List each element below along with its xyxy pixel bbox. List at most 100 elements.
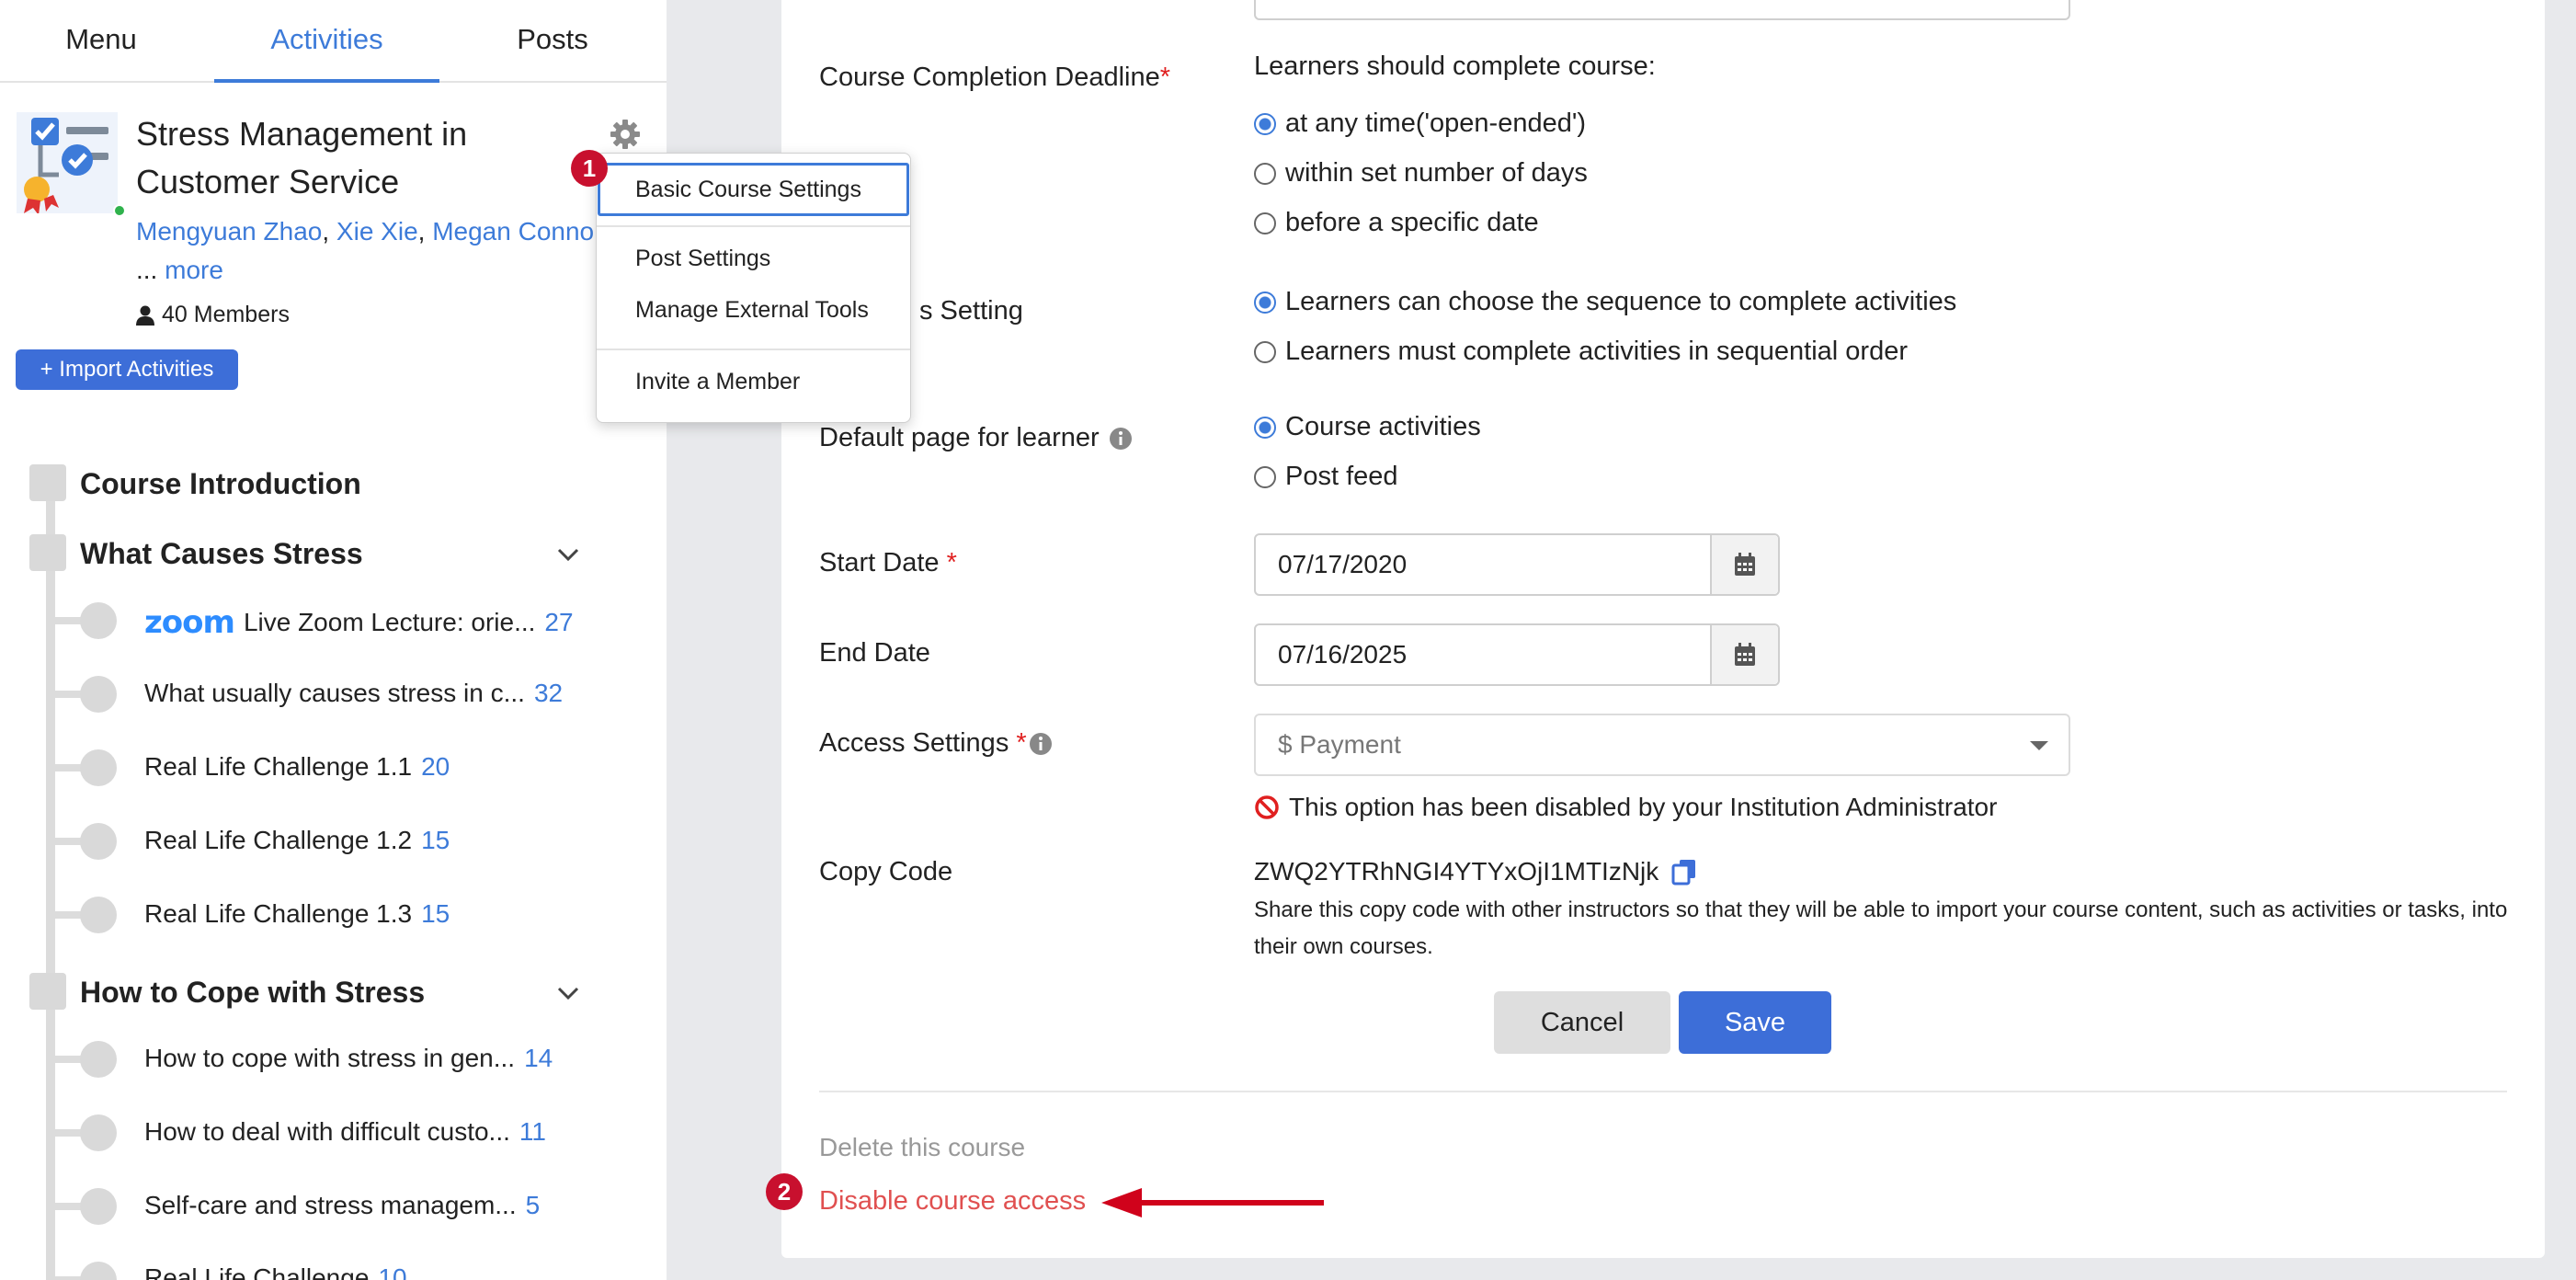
copy-code-row: ZWQ2YTRhNGI4YTYxOjI1MTIzNjk <box>1254 857 1697 886</box>
step-badge: 1 <box>571 150 608 187</box>
activity-item[interactable]: What usually causes stress in c... 32 <box>144 679 563 708</box>
radio-post-feed[interactable]: Post feed <box>1254 462 1398 492</box>
copy-icon[interactable] <box>1671 858 1697 886</box>
radio-sequential-order[interactable]: Learners must complete activities in seq… <box>1254 337 1908 367</box>
activity-status-circle <box>80 602 117 639</box>
radio-button[interactable] <box>1254 211 1276 234</box>
sidebar-tabs: Menu Activities Posts <box>0 0 667 83</box>
start-date-field[interactable]: 07/17/2020 <box>1254 533 1780 596</box>
activity-item[interactable]: Self-care and stress managem... 5 <box>144 1191 540 1220</box>
item-connector <box>53 764 83 771</box>
radio-button[interactable] <box>1254 162 1276 185</box>
course-title: Stress Management in Customer Service <box>136 115 468 200</box>
info-icon[interactable] <box>1029 732 1053 756</box>
member-count-label: 40 Members <box>162 302 290 327</box>
radio-specific-date[interactable]: before a specific date <box>1254 208 1539 238</box>
arrow-pointer-icon <box>1101 1188 1324 1217</box>
calendar-button[interactable] <box>1710 535 1778 594</box>
radio-button[interactable] <box>1254 465 1276 488</box>
activity-title: What usually causes stress in c... <box>144 679 525 707</box>
delete-course-link[interactable]: Delete this course <box>819 1133 1025 1162</box>
activity-status-circle <box>80 897 117 933</box>
radio-open-ended[interactable]: at any time('open-ended') <box>1254 109 1586 139</box>
import-activities-button[interactable]: + Import Activities <box>16 349 238 390</box>
activity-status-circle <box>80 1188 117 1225</box>
access-disabled-notice: This option has been disabled by your In… <box>1254 793 1997 822</box>
save-button[interactable]: Save <box>1679 991 1831 1054</box>
menu-item-manage-external-tools[interactable]: Manage External Tools <box>635 297 869 324</box>
section-title[interactable]: Course Introduction <box>80 467 361 501</box>
access-settings-select[interactable]: $ Payment <box>1254 714 2070 776</box>
required-mark: * <box>946 548 957 577</box>
instructor-link[interactable]: Mengyuan Zhao <box>136 217 322 246</box>
activity-item[interactable]: zoom Live Zoom Lecture: orie... 27 <box>144 604 574 641</box>
radio-set-days[interactable]: within set number of days <box>1254 158 1588 189</box>
item-connector <box>53 1203 83 1210</box>
activity-count: 20 <box>421 752 450 781</box>
more-link[interactable]: more <box>165 256 223 284</box>
member-count[interactable]: 40 Members <box>136 302 290 328</box>
menu-divider <box>597 349 910 350</box>
radio-button[interactable] <box>1254 340 1276 363</box>
chevron-down-icon[interactable] <box>553 978 583 1008</box>
menu-item-invite-member[interactable]: Invite a Member <box>635 369 800 395</box>
activity-item[interactable]: How to deal with difficult custo... 11 <box>144 1117 546 1147</box>
end-date-value: 07/16/2025 <box>1278 640 1408 669</box>
menu-divider <box>597 225 910 227</box>
step-badge: 2 <box>766 1173 803 1210</box>
section-title[interactable]: How to Cope with Stress <box>80 976 425 1010</box>
tab-menu[interactable]: Menu <box>0 0 202 83</box>
radio-label: Course activities <box>1285 412 1481 441</box>
menu-item-post-settings[interactable]: Post Settings <box>635 246 770 272</box>
instructor-list: Mengyuan Zhao, Xie Xie, Megan Conno <box>136 217 595 246</box>
activity-item[interactable]: Real Life Challenge 1.1 20 <box>144 752 450 782</box>
activity-count: 10 <box>378 1263 407 1280</box>
copy-code-description: Share this copy code with other instruct… <box>1254 897 2508 959</box>
activity-item[interactable]: How to cope with stress in gen... 14 <box>144 1044 553 1073</box>
item-connector <box>53 617 83 624</box>
menu-item-basic-course-settings[interactable]: Basic Course Settings <box>598 163 909 216</box>
section-marker <box>29 464 66 501</box>
radio-course-activities[interactable]: Course activities <box>1254 412 1481 442</box>
activity-title: How to cope with stress in gen... <box>144 1044 516 1072</box>
access-selected-value: $ Payment <box>1278 730 1401 759</box>
radio-label: Learners can choose the sequence to comp… <box>1285 287 1957 316</box>
description-textarea[interactable] <box>1254 0 2070 20</box>
activity-title: Self-care and stress managem... <box>144 1191 517 1219</box>
item-connector <box>53 1129 83 1137</box>
prohibited-icon <box>1255 795 1279 819</box>
required-mark: * <box>1159 63 1171 92</box>
gear-icon[interactable] <box>609 118 642 151</box>
instructor-link[interactable]: Megan Conno <box>432 217 594 246</box>
item-connector <box>53 691 83 698</box>
more-instructors: ... more <box>136 256 223 285</box>
disable-course-access-link[interactable]: Disable course access <box>819 1186 1086 1217</box>
section-title[interactable]: What Causes Stress <box>80 537 363 571</box>
chevron-down-icon[interactable] <box>553 540 583 569</box>
radio-button[interactable] <box>1254 112 1276 135</box>
radio-button[interactable] <box>1254 291 1276 314</box>
zoom-logo: zoom <box>144 604 235 641</box>
ellipsis: ... <box>136 256 158 284</box>
radio-choose-sequence[interactable]: Learners can choose the sequence to comp… <box>1254 287 1956 317</box>
radio-button[interactable] <box>1254 416 1276 439</box>
activity-status-circle <box>80 749 117 786</box>
activity-item[interactable]: Real Life Challenge 10 <box>144 1263 407 1280</box>
calendar-button[interactable] <box>1710 625 1778 684</box>
required-mark: * <box>1016 728 1027 758</box>
tab-activities[interactable]: Activities <box>214 0 439 83</box>
instructor-link[interactable]: Xie Xie <box>336 217 418 246</box>
activity-count: 15 <box>421 899 450 928</box>
radio-label: before a specific date <box>1285 208 1539 237</box>
tab-posts[interactable]: Posts <box>450 0 655 83</box>
item-connector <box>53 911 83 919</box>
info-icon[interactable] <box>1109 427 1133 451</box>
activity-item[interactable]: Real Life Challenge 1.2 15 <box>144 826 450 855</box>
section-divider <box>819 1091 2507 1092</box>
activity-item[interactable]: Real Life Challenge 1.3 15 <box>144 899 450 929</box>
cancel-button[interactable]: Cancel <box>1494 991 1670 1054</box>
calendar-icon <box>1735 553 1755 576</box>
course-thumbnail <box>17 112 118 215</box>
activity-status-circle <box>80 1041 117 1078</box>
end-date-field[interactable]: 07/16/2025 <box>1254 623 1780 686</box>
